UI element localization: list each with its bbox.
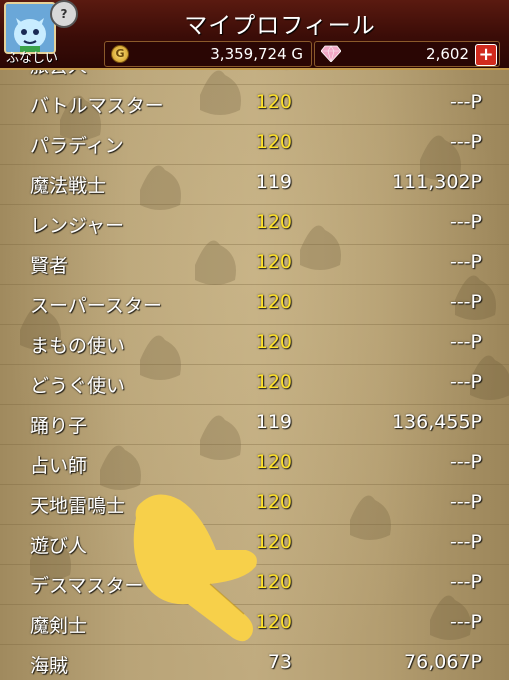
job-level: 120 — [255, 451, 292, 473]
job-row[interactable]: スーパースター 120 ---P — [0, 284, 509, 325]
job-list[interactable]: 旅芸人120---Pバトルマスター120---Pパラディン120---P魔法戦士… — [0, 0, 509, 680]
job-points: ---P — [449, 331, 482, 353]
job-points: ---P — [449, 131, 482, 153]
job-level: 120 — [255, 91, 292, 113]
job-points: ---P — [449, 571, 482, 593]
job-name: 海賊 — [30, 655, 69, 677]
job-level: 120 — [255, 251, 292, 273]
job-points: ---P — [449, 491, 482, 513]
gold-amount: 3,359,724 G — [210, 45, 303, 63]
job-points: ---P — [449, 91, 482, 113]
gem-display: 2,602 + — [314, 41, 500, 67]
gem-amount: 2,602 — [426, 45, 469, 63]
job-name: どうぐ使い — [30, 375, 126, 397]
gem-icon — [321, 45, 341, 62]
job-name: バトルマスター — [30, 95, 164, 117]
job-name: パラディン — [30, 135, 124, 157]
pointing-hand-emoji-icon — [133, 494, 257, 642]
job-row[interactable]: パラディン 120 ---P — [0, 124, 509, 165]
job-row[interactable]: 賢者 120 ---P — [0, 244, 509, 285]
job-points: ---P — [449, 451, 482, 473]
job-row[interactable]: バトルマスター 120 ---P — [0, 84, 509, 125]
job-points: ---P — [449, 611, 482, 633]
character-switch-icon[interactable]: ? — [50, 0, 78, 28]
job-level: 120 — [255, 331, 292, 353]
job-points: ---P — [449, 251, 482, 273]
job-points: 76,067P — [404, 651, 482, 673]
job-points: 111,302P — [391, 171, 482, 193]
job-name: レンジャー — [30, 215, 125, 237]
job-row[interactable]: 魔法戦士 119 111,302P — [0, 164, 509, 205]
job-level: 73 — [267, 651, 292, 673]
job-row[interactable]: 占い師 120 ---P — [0, 444, 509, 485]
job-name: 魔剣士 — [30, 615, 88, 637]
job-name: 遊び人 — [30, 535, 88, 557]
job-level: 120 — [255, 291, 292, 313]
job-points: ---P — [449, 531, 482, 553]
gold-display: G 3,359,724 G — [104, 41, 312, 67]
job-name: まもの使い — [30, 335, 126, 357]
gold-coin-icon: G — [111, 45, 129, 63]
job-row[interactable]: 踊り子 119 136,455P — [0, 404, 509, 445]
job-level: 120 — [255, 131, 292, 153]
job-name: 占い師 — [30, 455, 88, 477]
job-row[interactable]: 海賊 73 76,067P — [0, 644, 509, 680]
player-name: ふなしい — [5, 51, 58, 66]
job-points: ---P — [449, 211, 482, 233]
job-row[interactable]: どうぐ使い 120 ---P — [0, 364, 509, 405]
job-level: 120 — [255, 371, 292, 393]
job-name: 天地雷鳴士 — [30, 495, 126, 517]
job-row[interactable]: まもの使い 120 ---P — [0, 324, 509, 365]
job-points: 136,455P — [391, 411, 482, 433]
job-level: 120 — [255, 211, 292, 233]
job-name: スーパースター — [30, 295, 162, 317]
job-points: ---P — [449, 291, 482, 313]
add-gems-button[interactable]: + — [475, 44, 497, 66]
job-name: 踊り子 — [30, 415, 88, 437]
job-row[interactable]: レンジャー 120 ---P — [0, 204, 509, 245]
job-level: 119 — [255, 171, 292, 193]
job-level: 119 — [255, 411, 292, 433]
top-bar: ? ふなしい マイプロフィール G 3,359,724 G 2,602 + — [0, 0, 509, 70]
job-points: ---P — [449, 371, 482, 393]
job-name: 魔法戦士 — [30, 175, 107, 197]
job-name: 賢者 — [30, 255, 69, 277]
page-title: マイプロフィール — [184, 13, 376, 39]
slime-avatar-icon — [6, 4, 54, 52]
